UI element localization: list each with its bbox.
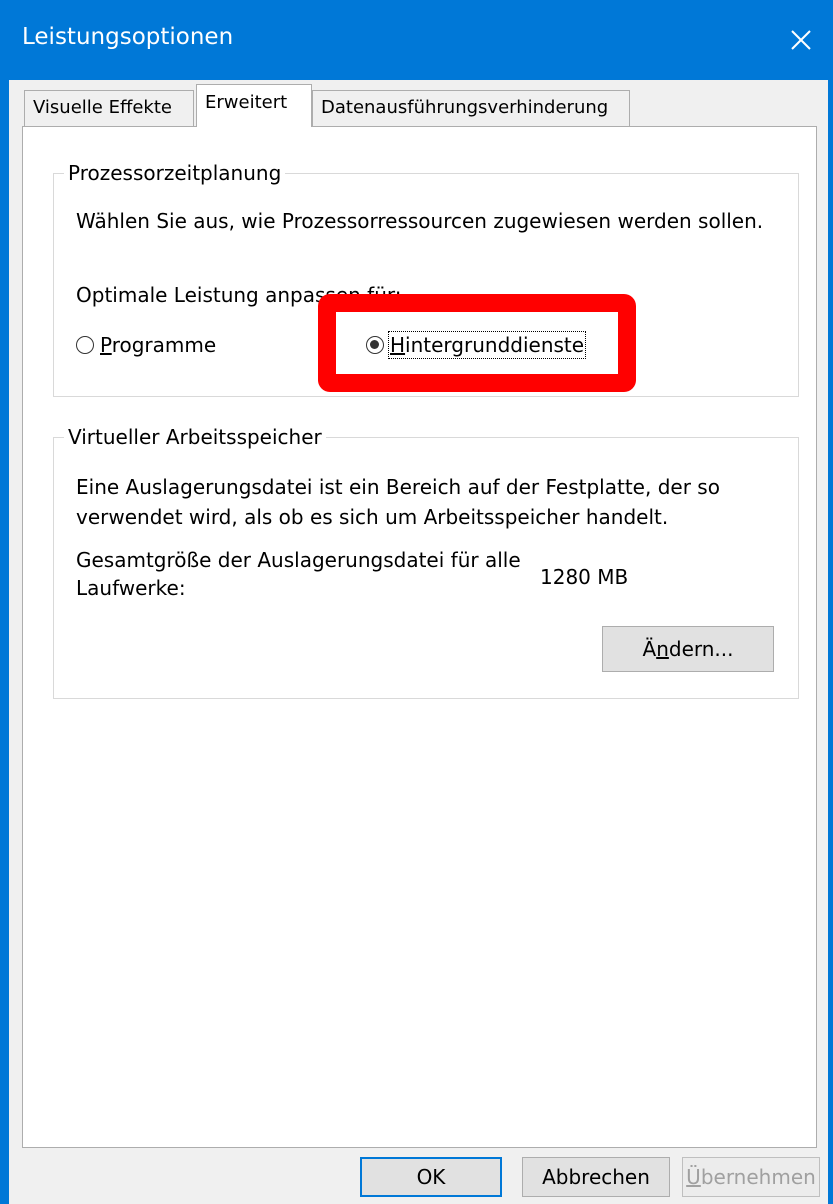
apply-button[interactable]: Übernehmen [682,1157,820,1197]
virtual-memory-description: Eine Auslagerungsdatei ist ein Bereich a… [76,475,720,529]
paging-file-total-value: 1280 MB [540,565,629,589]
highlight-box [318,294,636,392]
change-button[interactable]: Än dern... [602,626,774,672]
tab-label: Visuelle Effekte [33,97,172,118]
paging-file-total-label: Gesamtgröße der Auslagerungsdatei für al… [76,548,521,600]
ok-button[interactable]: OK [360,1157,502,1197]
virtual-memory-title: Virtueller Arbeitsspeicher [64,424,326,450]
performance-options-dialog: Leistungsoptionen Visuelle Effekte Erwei… [0,0,833,1204]
virtual-memory-group: Virtueller Arbeitsspeicher Eine Auslager… [53,424,799,699]
title-bar[interactable]: Leistungsoptionen [0,0,833,80]
close-button[interactable] [769,0,833,80]
tab-label: Datenausführungsverhinderung [321,97,609,118]
tab-data-execution-prevention[interactable]: Datenausführungsverhinderung [312,90,630,126]
tab-panel-advanced: Prozessorzeitplanung Wählen Sie aus, wie… [22,126,817,1148]
radio-programs-indicator[interactable] [76,336,94,354]
window-border-left [0,80,9,1204]
processor-scheduling-title: Prozessorzeitplanung [64,160,286,186]
tab-label: Erweitert [205,92,288,113]
radio-programs[interactable]: Programme [76,333,216,357]
window-title: Leistungsoptionen [22,24,234,50]
processor-description: Wählen Sie aus, wie Prozessorressourcen … [76,209,764,233]
tab-advanced[interactable]: Erweitert [196,84,312,127]
tab-visual-effects[interactable]: Visuelle Effekte [24,90,194,126]
window-border-right [828,80,833,1204]
close-icon [791,30,811,50]
cancel-button[interactable]: Abbrechen [522,1157,670,1197]
radio-programs-label: Programme [100,333,217,357]
